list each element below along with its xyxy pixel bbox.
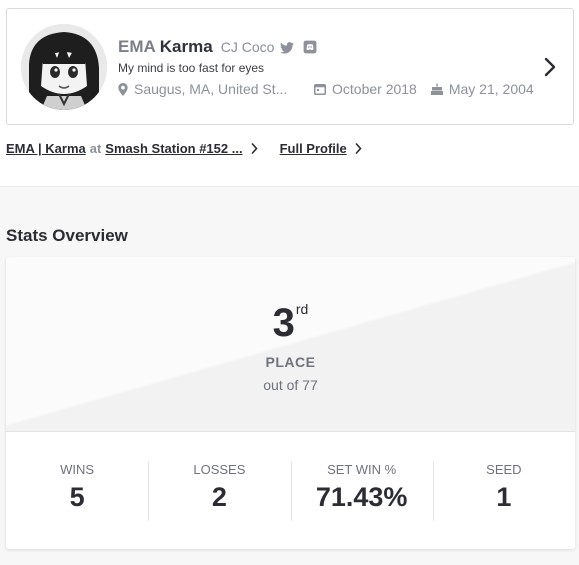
section-title: Stats Overview	[6, 226, 128, 245]
profile-meta: Saugus, MA, United St... October 2018 Ma…	[118, 80, 534, 98]
stats-card: 3rd PLACE out of 77 WINS 5 LOSSES 2 SET …	[6, 257, 575, 549]
entrant-name: EMA | Karma	[6, 140, 86, 156]
stat-value: 71.43%	[315, 482, 408, 512]
birthday: May 21, 2004	[430, 81, 534, 97]
gamertag: Karma	[159, 37, 213, 56]
birthday-text: May 21, 2004	[448, 81, 534, 97]
sponsor-prefix: EMA	[118, 37, 156, 56]
real-name: CJ Coco	[220, 39, 275, 55]
profile-card[interactable]: EMA Karma CJ Coco My mind is too fast fo…	[6, 8, 574, 125]
stat-label: SET WIN %	[327, 462, 397, 477]
location: Saugus, MA, United St...	[118, 81, 308, 97]
chevron-right-icon	[251, 142, 258, 154]
stat-value: 1	[496, 482, 512, 512]
at-label: at	[89, 140, 102, 156]
stat-set-win-percent: SET WIN % 71.43%	[290, 433, 433, 549]
calendar-icon	[314, 84, 326, 95]
chevron-right-icon[interactable]	[543, 57, 557, 77]
stat-wins: WINS 5	[6, 433, 148, 549]
joined-text: October 2018	[332, 81, 417, 97]
placement-number: 3rd	[6, 301, 575, 346]
bio: My mind is too fast for eyes	[118, 61, 265, 75]
stat-label: WINS	[60, 462, 95, 477]
map-pin-icon	[118, 82, 128, 96]
location-text: Saugus, MA, United St...	[134, 81, 288, 97]
stats-row: WINS 5 LOSSES 2 SET WIN % 71.43% SEED 1	[6, 433, 575, 549]
breadcrumb-links: EMA | Karma at Smash Station #152 ... Fu…	[6, 139, 362, 157]
stat-label: LOSSES	[193, 462, 246, 477]
birthday-cake-icon	[430, 83, 443, 95]
avatar	[21, 24, 107, 110]
event-entrant-link[interactable]: EMA | Karma at Smash Station #152 ...	[6, 141, 258, 156]
discord-icon[interactable]	[303, 40, 317, 54]
event-name: Smash Station #152 ...	[105, 140, 243, 156]
placement-label: PLACE	[265, 354, 316, 370]
joined-date: October 2018	[314, 81, 417, 97]
full-profile-label: Full Profile	[279, 140, 347, 156]
full-profile-link[interactable]: Full Profile	[280, 141, 362, 156]
stat-seed: SEED 1	[432, 433, 575, 549]
stat-value: 2	[211, 482, 227, 512]
stat-label: SEED	[486, 462, 522, 477]
name-row: EMA Karma CJ Coco	[118, 37, 317, 59]
twitter-icon[interactable]	[280, 42, 295, 54]
placement-value: 3	[272, 301, 295, 345]
placement-out-of: out of 77	[263, 377, 318, 393]
placement-suffix: rd	[295, 301, 309, 317]
stat-losses: LOSSES 2	[148, 433, 290, 549]
placement-panel: 3rd PLACE out of 77	[6, 257, 575, 432]
chevron-right-icon	[355, 142, 362, 154]
stat-value: 5	[69, 482, 85, 512]
